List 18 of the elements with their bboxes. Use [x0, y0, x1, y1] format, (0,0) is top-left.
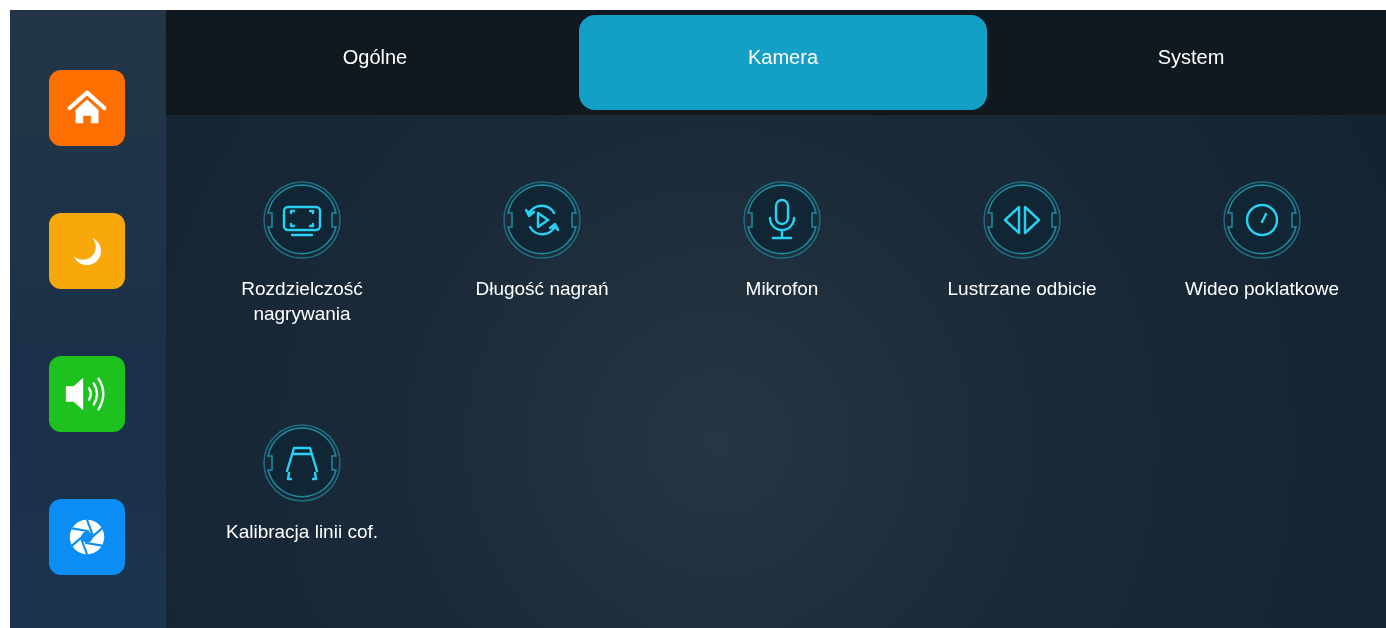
replay-icon[interactable]: [502, 180, 582, 260]
tab[interactable]: System: [987, 15, 1386, 110]
guide-lines-icon[interactable]: [262, 423, 342, 503]
setting-label[interactable]: Długość nagrań: [475, 276, 609, 301]
setting-label[interactable]: Wideo poklatkowe: [1184, 276, 1340, 301]
microphone-icon[interactable]: [742, 180, 822, 260]
clock-icon[interactable]: [1222, 180, 1302, 260]
setting-label[interactable]: Mikrofon: [745, 276, 819, 301]
tab[interactable]: Ogólne: [171, 15, 579, 110]
sidebar-button[interactable]: [49, 213, 125, 289]
sidebar-button[interactable]: [49, 499, 125, 575]
setting-label[interactable]: Lustrzane odbicie: [947, 276, 1097, 301]
sidebar-button[interactable]: [49, 356, 125, 432]
setting-label[interactable]: Kalibracja linii cof.: [225, 519, 379, 544]
mirror-triangles-icon[interactable]: [982, 180, 1062, 260]
setting-label[interactable]: Rozdzielczość nagrywania: [202, 276, 402, 326]
sidebar-button[interactable]: [49, 70, 125, 146]
monitor-icon[interactable]: [262, 180, 342, 260]
